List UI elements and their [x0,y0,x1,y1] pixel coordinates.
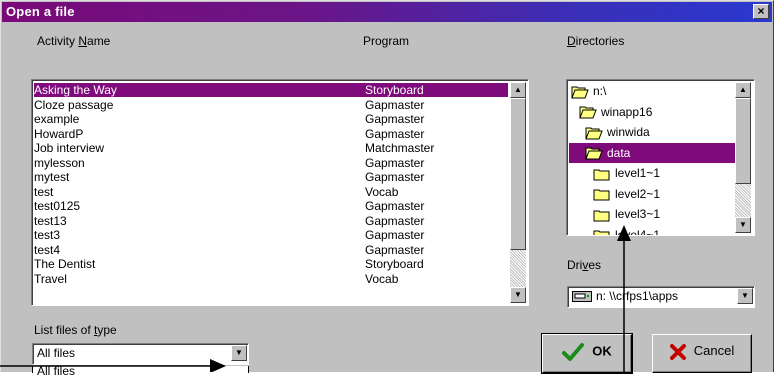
arrow-to-directories [617,225,631,372]
arrow-to-file-type [0,359,226,372]
annotation-arrows [0,225,631,372]
